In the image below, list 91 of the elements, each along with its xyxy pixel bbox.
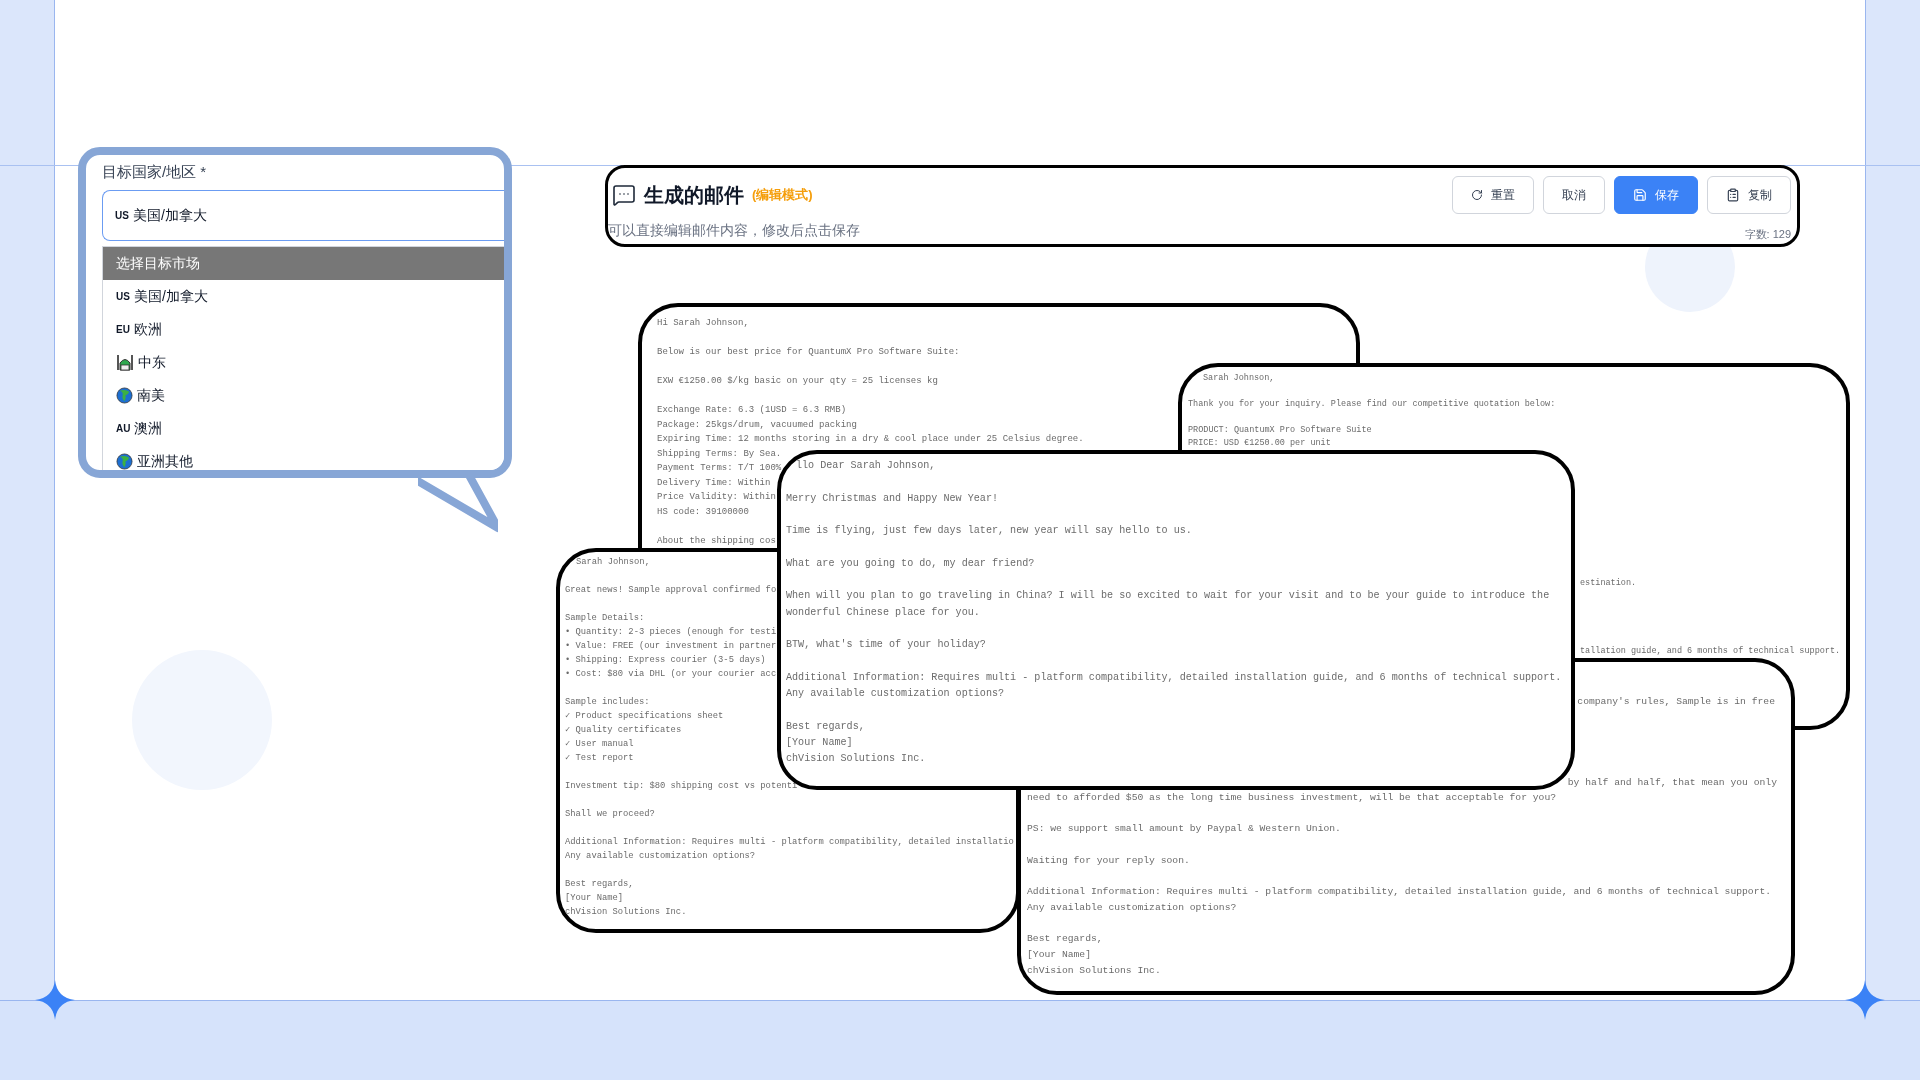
email-line: Investment tip: $80 shipping cost vs potenti [565,780,798,793]
email-line: ✓ Product specifications sheet [565,710,724,723]
email-line: Shall we proceed? [565,808,655,821]
globe-icon [116,386,133,404]
email-line: EXW €1250.00 $/kg basic on your qty = 25 licenses kg [657,375,938,388]
field-label: 目标国家/地区 * [102,162,208,182]
panel-hint: 可以直接编辑邮件内容，修改后点击保存 [608,221,860,240]
option-label: 澳洲 [134,418,163,438]
email-line: Below is our best price for QuantumX Pro Software Suite: [657,346,960,359]
email-line: Merry Christmas and Happy New Year! [786,491,998,506]
save-icon [1633,188,1647,202]
option-label: 南美 [137,385,165,405]
email-line: company's rules, Sample is in free [1577,695,1775,709]
market-option[interactable]: 选择目标市场 [103,246,504,280]
email-line: Thank you for your inquiry. Please find our competitive quotation below: [1188,398,1556,411]
email-line: Best regards, [786,719,865,734]
email-line: BTW, what's time of your holiday? [786,638,986,653]
option-label: 美国/加拿大 [133,286,208,306]
email-line: • Value: FREE (our investment in partner [565,640,777,653]
email-line: Package: 25kgs/drum, vacuumed packing [657,418,857,432]
email-line: HS code: 39100000 [657,505,749,519]
email-line: Any available customization options? [1027,900,1237,915]
email-line: Sample includes: [565,696,650,709]
email-line: • Quantity: 2-3 pieces (enough for testi [565,626,777,639]
chat-icon [612,183,636,207]
email-line: Shipping Terms: By Sea. [657,447,782,461]
email-line: When will you plan to go traveling in China? I will be so excited to wait for your visit and to be your guide to introduce the [786,589,1550,604]
email-line: Additional Information: Requires multi - platform compatibility, detailed installatio [565,836,1014,849]
email-line: by half and half, that mean you only [1567,776,1777,790]
email-line: Payment Terms: T/T 100% [657,462,782,475]
copy-button[interactable]: 复制 [1707,176,1791,214]
email-line: ✓ User manual [565,738,634,751]
email-line: [Your Name] [1027,947,1091,962]
email-line: Any available customization options? [565,850,756,863]
email-line: Price Validity: Within [657,491,776,504]
email-line: Great news! Sample approval confirmed fo [565,584,777,597]
email-line: chVision Solutions Inc. [786,752,926,767]
email-line: Exchange Rate: 6.3 (1USD = 6.3 RMB) [657,404,847,417]
sparkle-icon [1845,980,1885,1020]
region-code: AU [116,421,131,436]
reset-button[interactable]: 重置 [1452,176,1534,214]
email-line: Additional Information: Requires multi - platform compatibility, detailed installation guide, and 6 months of technical support. [1027,885,1772,900]
email-line: Any available customization options? [786,687,1005,702]
email-line: Expiring Time: 12 months storing in a dry & cool place under 25 Celsius degree. [657,433,1084,446]
email-line: Sample Details: [565,612,645,625]
email-line: Sarah Johnson, [576,556,650,569]
email-line: • Shipping: Express courier (3-5 days) [565,654,766,667]
clipboard-icon [1726,188,1740,202]
option-label: 欧洲 [133,319,162,339]
region-code: US [116,289,130,304]
cancel-button[interactable]: 取消 [1543,176,1605,214]
email-line: • Cost: $80 via DHL (or your courier acc [565,668,777,681]
email-line: PRODUCT: QuantumX Pro Software Suite [1188,424,1372,437]
email-line: Delivery Time: Within [657,476,771,490]
email-line: Time is flying, just few days later, new year will say hello to us. [786,524,1192,539]
email-line: [Your Name] [565,892,624,905]
option-label: 亚洲其他 [137,451,193,470]
sparkle-icon [35,980,75,1020]
globe-icon [116,452,133,470]
email-line: wonderful Chinese place for you. [786,605,980,620]
select-value: 美国/加拿大 [132,205,207,225]
option-label: 中东 [138,352,166,372]
word-count: 字数: 129 [1744,227,1791,242]
email-line: ✓ Test report [565,752,634,765]
mode-label: (编辑模式) [752,186,813,205]
email-line: Additional Information: Requires multi - platform compatibility, detailed installation guide, and 6 months of technical support. [786,670,1562,685]
mosque-icon [116,353,134,371]
email-line: need to afforded $50 as the long time business investment, will be that acceptable for you? [1027,791,1557,805]
email-line: ✓ Quality certificates [565,724,682,737]
email-line: [Your Name] [786,736,853,751]
region-code: US [115,208,129,223]
email-line: Best regards, [1027,932,1103,947]
email-line: Best regards, [565,878,634,891]
save-button[interactable]: 保存 [1614,176,1698,214]
region-code: EU [116,322,130,337]
market-select[interactable]: US 美国/加拿大 [102,189,504,241]
email-line: tallation guide, and 6 months of technical support. [1580,645,1841,658]
email-line: PRICE: USD €1250.00 per unit [1188,437,1331,450]
email-line: Sarah Johnson, [1203,372,1275,385]
email-line: Hi Sarah Johnson, [657,317,749,330]
email-line: llo Dear Sarah Johnson, [796,459,936,473]
email-line: About the shipping cos [657,534,776,548]
reset-icon [1471,189,1483,201]
email-line: chVision Solutions Inc. [1027,963,1161,978]
email-line: PS: we support small amount by Paypal & Western Union. [1027,822,1341,837]
email-line: estination. [1580,577,1637,590]
option-label: 选择目标市场 [116,253,200,273]
email-line: Waiting for your reply soon. [1027,853,1190,868]
panel-title: 生成的邮件 [644,183,744,208]
email-line: chVision Solutions Inc. [565,906,687,919]
email-line: What are you going to do, my dear friend? [786,556,1035,571]
